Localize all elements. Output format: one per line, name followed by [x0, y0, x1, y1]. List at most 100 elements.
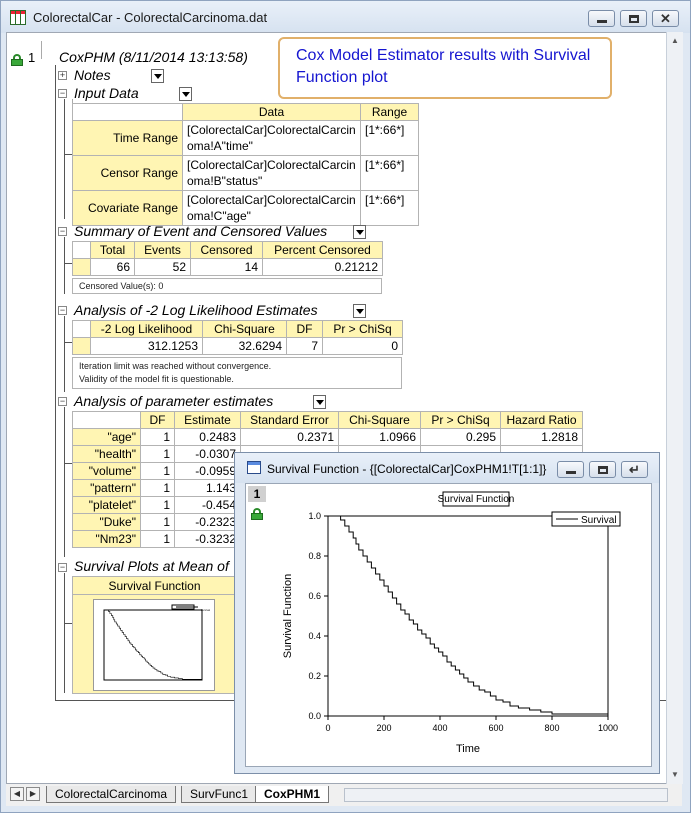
close-icon: ✕: [660, 11, 671, 26]
sheet-tab-survfunc1[interactable]: SurvFunc1: [181, 786, 258, 803]
summary-header: Censored: [190, 241, 263, 259]
params-cell-name: "pattern": [72, 479, 141, 497]
survival-thumbnail[interactable]: Survival: [93, 599, 215, 691]
params-cell-name: "health": [72, 445, 141, 463]
summary-header: Percent Censored: [262, 241, 383, 259]
survival-thumbnail-cell: Survival Function Survival: [72, 576, 237, 694]
y-tick-label: 0.0: [308, 711, 321, 721]
section-input-data-title: Input Data: [74, 85, 139, 101]
maximize-icon: [628, 14, 639, 23]
prev-sheet-icon[interactable]: ◀: [10, 787, 24, 801]
lock-icon: [11, 54, 23, 66]
tree-root-title: CoxPHM (8/11/2014 13:13:58): [59, 49, 248, 65]
maximize-icon: [597, 465, 608, 474]
params-cell-est: 0.2483: [174, 428, 241, 446]
collapse-params-toggle[interactable]: −: [58, 397, 67, 406]
collapse-input-data-toggle[interactable]: −: [58, 89, 67, 98]
loglik-header: DF: [286, 320, 323, 338]
params-cell-name: "age": [72, 428, 141, 446]
loglik-value: 0: [322, 337, 403, 355]
scroll-down-arrow-icon[interactable]: ▼: [671, 770, 679, 779]
params-cell-se: 0.2371: [240, 428, 339, 446]
window-titlebar[interactable]: ColorectalCar - ColorectalCarcinoma.dat …: [1, 1, 690, 33]
loglik-table: -2 Log Likelihood Chi-Square DF Pr > Chi…: [72, 320, 403, 355]
collapse-survival-toggle[interactable]: −: [58, 563, 67, 572]
y-tick-label: 0.8: [308, 551, 321, 561]
layer-indicator[interactable]: 1: [248, 486, 266, 502]
input-row-label: Censor Range: [72, 155, 183, 191]
params-cell-df: 1: [140, 479, 175, 497]
input-row-range: [1*:66*]: [360, 190, 419, 226]
next-sheet-icon[interactable]: ▶: [26, 787, 40, 801]
params-cell-hr: 1.2818: [500, 428, 583, 446]
x-tick-label: 0: [325, 723, 330, 733]
graph-maximize-button[interactable]: [589, 461, 616, 478]
params-cell-est: -0.3232: [174, 530, 241, 548]
section-loglik-title: Analysis of -2 Log Likelihood Estimates: [74, 302, 318, 318]
close-button[interactable]: ✕: [652, 10, 679, 27]
summary-value: 66: [90, 258, 135, 276]
collapse-summary-toggle[interactable]: −: [58, 227, 67, 236]
x-tick-label: 800: [544, 723, 559, 733]
horizontal-scrollbar[interactable]: [344, 788, 668, 802]
survival-chart: 0 200 400 600 800 1000 0.0 0.2 0.4 0.6 0.8 1.0 Time S…: [282, 491, 621, 755]
input-data-dropdown[interactable]: [179, 87, 192, 101]
plot-frame: [327, 515, 609, 717]
summary-dropdown[interactable]: [353, 225, 366, 239]
loglik-header: -2 Log Likelihood: [90, 320, 203, 338]
plot-frame: [103, 609, 203, 681]
input-header-data: Data: [182, 103, 361, 121]
window-title: ColorectalCar - ColorectalCarcinoma.dat: [33, 10, 268, 25]
maximize-button[interactable]: [620, 10, 647, 27]
params-cell-df: 1: [140, 445, 175, 463]
lock-icon: [251, 508, 263, 520]
input-row-range: [1*:66*]: [360, 155, 419, 191]
sheet-tab-bar: ◀ ▶ ColorectalCarcinoma SurvFunc1 CoxPHM…: [6, 784, 682, 806]
graph-restore-button[interactable]: ↵: [621, 461, 648, 478]
summary-table: Total Events Censored Percent Censored 6…: [72, 241, 383, 276]
params-cell-df: 1: [140, 428, 175, 446]
y-tick-label: 1.0: [308, 511, 321, 521]
scroll-up-arrow-icon[interactable]: ▲: [671, 36, 679, 45]
y-axis-label: Survival Function: [282, 574, 294, 658]
notes-dropdown[interactable]: [151, 69, 164, 83]
graph-window-titlebar[interactable]: Survival Function - {[ColorectalCar]CoxP…: [235, 453, 659, 483]
x-tick-label: 200: [376, 723, 391, 733]
minimize-button[interactable]: [588, 10, 615, 27]
vertical-scrollbar[interactable]: ▲ ▼: [666, 32, 683, 784]
input-row-label: Time Range: [72, 120, 183, 156]
summary-note: Censored Value(s): 0: [72, 278, 382, 294]
x-axis-label: Time: [456, 743, 480, 755]
params-header: Standard Error: [240, 411, 339, 429]
x-tick-label: 600: [488, 723, 503, 733]
section-summary-title: Summary of Event and Censored Values: [74, 223, 328, 239]
sheet-tab-coxphm1[interactable]: CoxPHM1: [255, 786, 330, 803]
graph-window: Survival Function - {[ColorectalCar]CoxP…: [234, 452, 660, 774]
summary-value: 14: [190, 258, 263, 276]
expand-notes-toggle[interactable]: +: [58, 71, 67, 80]
params-cell-chi: 1.0966: [338, 428, 421, 446]
input-row-range: [1*:66*]: [360, 120, 419, 156]
params-header: Chi-Square: [338, 411, 421, 429]
params-dropdown[interactable]: [313, 395, 326, 409]
params-cell-df: 1: [140, 496, 175, 514]
params-header: Estimate: [174, 411, 241, 429]
collapse-loglik-toggle[interactable]: −: [58, 306, 67, 315]
summary-header: Total: [90, 241, 135, 259]
params-header: DF: [140, 411, 175, 429]
params-cell-est: -0.2323: [174, 513, 241, 531]
sheet-tab-colorectalcarcinoma[interactable]: ColorectalCarcinoma: [46, 786, 177, 803]
loglik-header: Pr > ChiSq: [322, 320, 403, 338]
loglik-dropdown[interactable]: [353, 304, 366, 318]
legend-entry: Survival: [581, 515, 617, 526]
y-tick-label: 0.2: [308, 671, 321, 681]
graph-page[interactable]: 1 0 200 400 600 800 1000 0.0 0.2 0.4 0.6 0.8 1.0 Tim…: [245, 483, 652, 767]
loglik-header: Chi-Square: [202, 320, 287, 338]
workbook-icon: [10, 10, 26, 25]
loglik-note-line: Validity of the model fit is questionabl…: [79, 374, 234, 384]
graph-minimize-button[interactable]: [557, 461, 584, 478]
params-cell-name: "platelet": [72, 496, 141, 514]
loglik-value: 7: [286, 337, 323, 355]
loglik-note-line: Iteration limit was reached without conv…: [79, 361, 272, 371]
input-header-range: Range: [360, 103, 419, 121]
